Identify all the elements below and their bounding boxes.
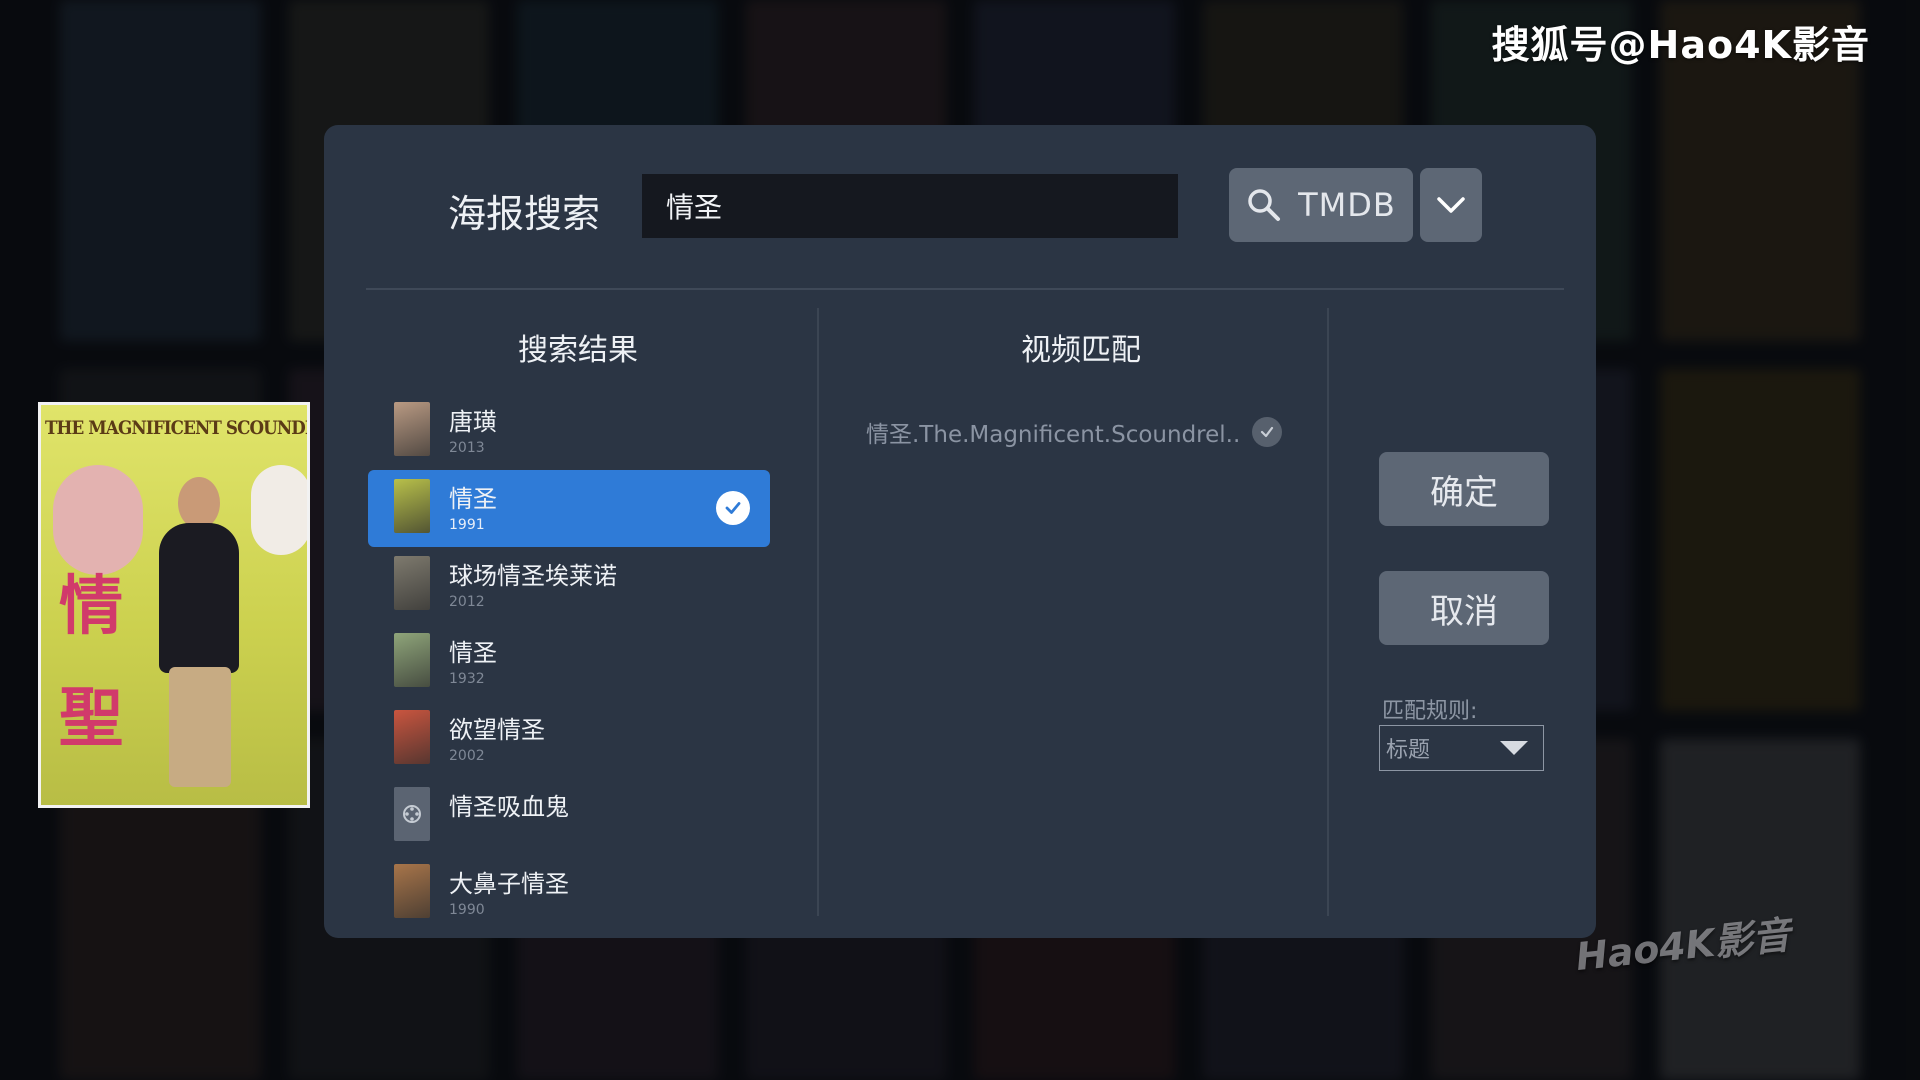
- result-year: 2002: [449, 748, 485, 764]
- check-icon: [716, 491, 750, 525]
- result-thumbnail: [394, 864, 430, 918]
- header-divider: [366, 288, 1564, 290]
- provider-search-button[interactable]: TMDB: [1229, 168, 1413, 242]
- film-reel-icon: [394, 787, 430, 841]
- match-filename: 情圣.The.Magnificent.Scoundrel..: [866, 422, 1241, 448]
- result-title: 情圣: [449, 639, 497, 667]
- search-result-item[interactable]: 情圣 1932: [368, 624, 770, 701]
- search-result-item[interactable]: 情圣 1991: [368, 470, 770, 547]
- result-thumbnail: [394, 402, 430, 456]
- result-title: 欲望情圣: [449, 716, 545, 744]
- dialog-title: 海报搜索: [448, 192, 601, 236]
- result-title: 情圣吸血鬼: [449, 793, 569, 821]
- result-title: 大鼻子情圣: [449, 870, 569, 898]
- result-year: 1990: [449, 902, 485, 918]
- result-thumbnail: [394, 556, 430, 610]
- triangle-down-icon: [1500, 741, 1528, 755]
- cancel-button[interactable]: 取消: [1379, 571, 1549, 645]
- search-icon: [1248, 189, 1281, 221]
- result-year: 2013: [449, 440, 485, 456]
- result-title: 唐璜: [449, 408, 497, 436]
- poster-figure: [159, 523, 239, 673]
- match-rule-value: 标题: [1386, 738, 1431, 763]
- search-results-list: 唐璜 2013 情圣 1991 球场情圣埃莱诺 2012 情圣 1932 欲望情圣 2002 情圣吸…: [368, 393, 770, 932]
- column-divider: [1327, 308, 1329, 916]
- poster-figure: [251, 465, 307, 555]
- result-thumbnail: [394, 633, 430, 687]
- poster-title: THE MAGNIFICENT SCOUNDRELS: [45, 417, 307, 439]
- provider-dropdown-button[interactable]: [1420, 168, 1482, 242]
- poster-char: 聖: [59, 681, 123, 756]
- provider-label: TMDB: [1298, 186, 1396, 224]
- poster-figure: [178, 477, 220, 529]
- search-input[interactable]: [642, 174, 1178, 238]
- result-thumbnail: [394, 710, 430, 764]
- result-year: 1991: [449, 517, 485, 533]
- search-result-item[interactable]: 唐璜 2013: [368, 393, 770, 470]
- result-year: 2012: [449, 594, 485, 610]
- match-rule-select[interactable]: 标题: [1379, 725, 1544, 771]
- search-result-item[interactable]: 情圣吸血鬼: [368, 778, 770, 855]
- column-divider: [817, 308, 819, 916]
- video-match-item[interactable]: 情圣.The.Magnificent.Scoundrel..: [866, 415, 1283, 449]
- poster-search-dialog: 海报搜索 TMDB 搜索结果 视频匹配 唐璜 2013 情圣 1991 球场情圣埃莱诺 2…: [324, 125, 1596, 938]
- result-year: 1932: [449, 671, 485, 687]
- result-title: 情圣: [449, 485, 497, 513]
- search-result-item[interactable]: 欲望情圣 2002: [368, 701, 770, 778]
- check-icon: [1252, 417, 1283, 447]
- match-heading: 视频匹配: [1021, 333, 1141, 368]
- chevron-down-icon: [1437, 197, 1465, 213]
- poster-figure: [169, 667, 231, 787]
- results-heading: 搜索结果: [518, 333, 638, 368]
- result-title: 球场情圣埃莱诺: [449, 562, 617, 590]
- watermark-top: 搜狐号@Hao4K影音: [1491, 23, 1870, 67]
- selected-poster-preview: THE MAGNIFICENT SCOUNDRELS 情 聖: [38, 402, 310, 808]
- result-thumbnail: [394, 479, 430, 533]
- match-rule-label: 匹配规则:: [1382, 699, 1478, 724]
- search-result-item[interactable]: 球场情圣埃莱诺 2012: [368, 547, 770, 624]
- poster-char: 情: [59, 569, 123, 644]
- result-thumbnail: [394, 787, 430, 841]
- search-result-item[interactable]: 大鼻子情圣 1990: [368, 855, 770, 932]
- confirm-button[interactable]: 确定: [1379, 452, 1549, 526]
